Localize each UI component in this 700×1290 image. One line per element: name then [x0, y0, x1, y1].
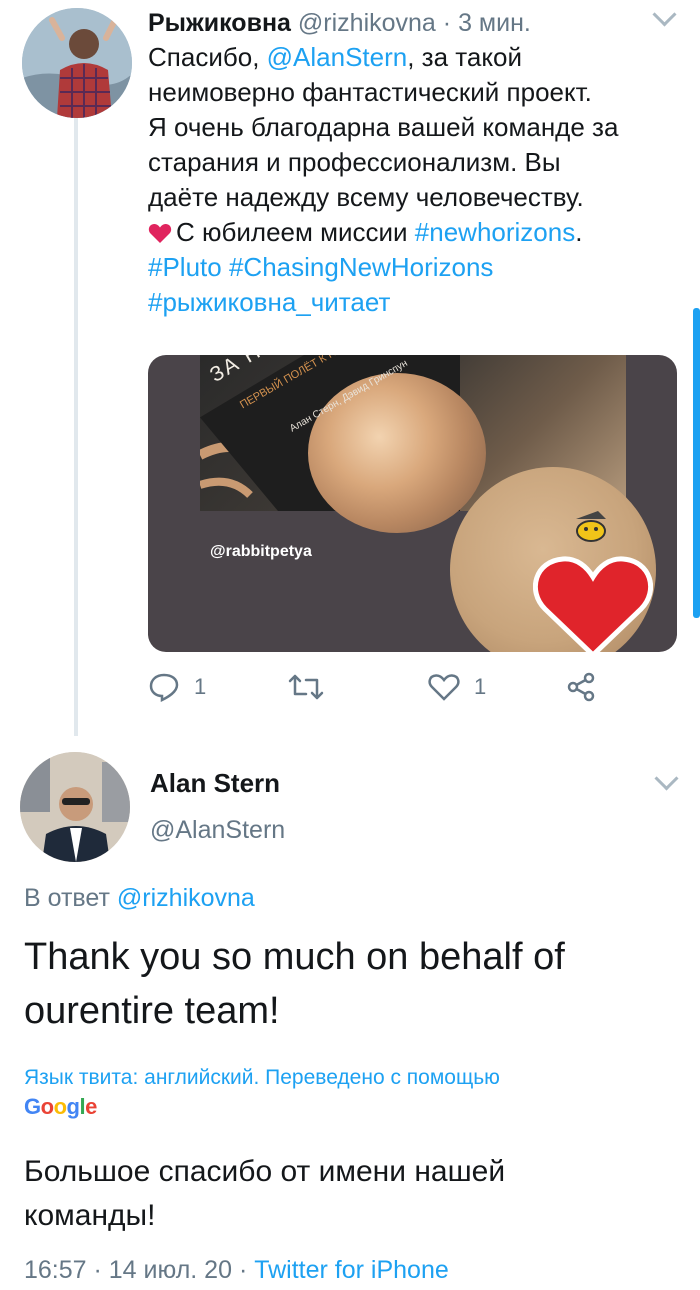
tweet-date: 14 июл. 20	[108, 1256, 232, 1284]
image-mention-sticker: @rabbitpetya	[210, 543, 312, 560]
hashtag-link[interactable]: #Pluto	[148, 252, 222, 282]
tweet-line-2: ourentire team!	[24, 990, 280, 1032]
tweet1-actions: 1 1	[148, 672, 688, 712]
reply-prefix: В ответ	[24, 884, 117, 912]
author-name[interactable]: Рыжиковна	[148, 9, 291, 37]
tweet-line-8: #рыжиковна_читает	[148, 285, 688, 320]
reply-count: 1	[194, 674, 207, 699]
text-segment: С юбилеем миссии	[176, 217, 415, 247]
tweet-line-1: Thank you so much on behalf of	[24, 936, 565, 978]
hashtag-link[interactable]: #рыжиковна_читает	[148, 287, 390, 317]
text-segment: Спасибо,	[148, 42, 267, 72]
tweet-line-7: #Pluto #ChasingNewHorizons	[148, 250, 688, 285]
reply-context: В ответ @rizhikovna	[24, 884, 255, 913]
text-segment: , за такой	[407, 42, 522, 72]
red-heart-emoji-icon	[148, 223, 172, 243]
heart-sticker-icon	[533, 556, 653, 652]
retweet-button[interactable]	[288, 672, 324, 702]
text-segment: .	[575, 217, 583, 247]
reply-icon	[149, 673, 179, 702]
reply-mention-link[interactable]: @rizhikovna	[117, 884, 255, 912]
share-icon	[567, 672, 595, 702]
translated-line-1: Большое спасибо от имени нашей	[24, 1155, 506, 1188]
tweet-options-chevron-down-icon[interactable]	[654, 766, 679, 791]
tweet-line-4: старания и профессионализм. Вы	[148, 147, 561, 177]
author-handle[interactable]: @AlanStern	[150, 816, 285, 845]
hashtag-link[interactable]: #newhorizons	[415, 217, 575, 247]
like-count: 1	[474, 674, 487, 699]
hashtag-link[interactable]: #ChasingNewHorizons	[229, 252, 493, 282]
heart-outline-icon	[428, 674, 460, 701]
tweet-time[interactable]: 3 мин.	[458, 9, 531, 37]
translated-text: Большое спасибо от имени нашей команды!	[24, 1150, 674, 1238]
share-button[interactable]	[566, 672, 596, 702]
tweet-time: 16:57	[24, 1256, 87, 1284]
meta-separator: ·	[232, 1256, 255, 1284]
tweet-line-3: Я очень благодарна вашей команде за	[148, 112, 619, 142]
tweet-line-2: неимоверно фантастический проект.	[148, 77, 592, 107]
retweet-icon	[288, 674, 324, 700]
tweet-options-chevron-down-icon[interactable]	[652, 2, 677, 27]
tweet1-header: Рыжиковна @rizhikovna · 3 мин.	[148, 8, 531, 38]
translation-note[interactable]: Язык твита: английский. Переведено с пом…	[24, 1066, 500, 1090]
tweet-source-link[interactable]: Twitter for iPhone	[254, 1256, 449, 1284]
tweet1-text: Спасибо, @AlanStern, за такой неимоверно…	[148, 40, 688, 320]
time-separator: ·	[435, 9, 459, 37]
avatar-rizhikovna[interactable]	[22, 8, 132, 118]
google-logo: Google	[24, 1094, 97, 1119]
avatar-alanstern[interactable]	[20, 752, 130, 862]
tweet-line-1: Спасибо, @AlanStern, за такой	[148, 40, 688, 75]
tweet2-text: Thank you so much on behalf of ourentire…	[24, 930, 674, 1038]
like-button[interactable]: 1	[428, 672, 486, 702]
thread-connector-line	[74, 118, 78, 736]
tweet-media-image[interactable]: ЗА НОВЫМИ ГОРИЗОНТАМИ ПЕРВЫЙ ПОЛЁТ К ПЛУ…	[148, 355, 677, 652]
tweet-metadata: 16:57 · 14 июл. 20 · Twitter for iPhone	[24, 1256, 449, 1285]
tweet-line-6: С юбилеем миссии #newhorizons.	[148, 215, 688, 250]
mention-link[interactable]: @AlanStern	[267, 42, 408, 72]
scroll-indicator[interactable]	[693, 308, 700, 618]
dog-sticker-icon	[576, 511, 606, 542]
translated-line-2: команды!	[24, 1199, 156, 1232]
tweet-line-5: даёте надежду всему человечеству.	[148, 182, 584, 212]
author-name[interactable]: Alan Stern	[150, 768, 280, 799]
reply-button[interactable]: 1	[148, 672, 206, 702]
meta-separator: ·	[86, 1256, 109, 1284]
author-handle[interactable]: @rizhikovna	[298, 9, 436, 37]
